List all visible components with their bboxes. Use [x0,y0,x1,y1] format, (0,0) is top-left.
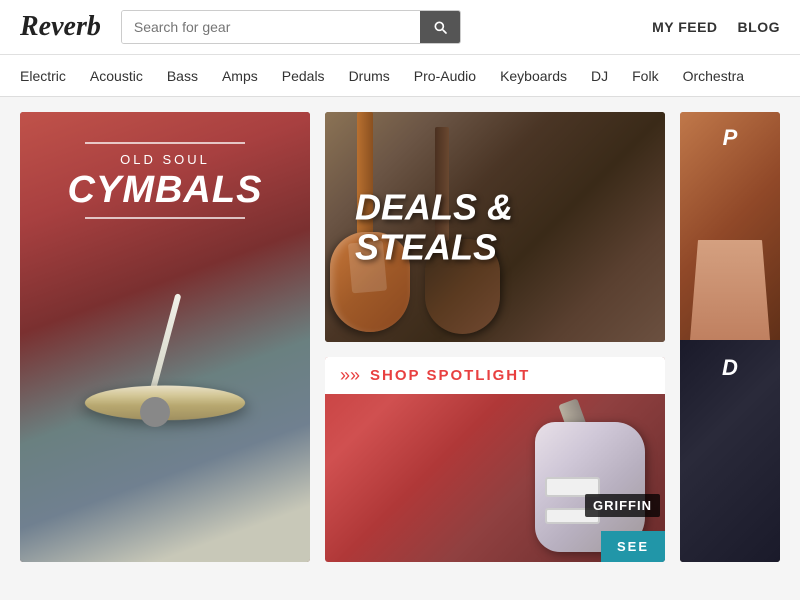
third-card-text-p: P [680,127,780,149]
cat-nav-item-folk[interactable]: Folk [620,55,670,96]
cymbals-text: OLD SOUL CYMBALS [20,142,310,219]
my-feed-link[interactable]: MY FEED [652,19,717,35]
cymbals-card[interactable]: OLD SOUL CYMBALS [20,112,310,562]
cymbals-border-bottom [85,217,245,219]
search-bar [121,10,461,44]
third-card-bottom: D [680,340,780,562]
search-icon [432,19,448,35]
search-input[interactable] [122,11,420,43]
search-button[interactable] [420,11,460,43]
deals-title-line2: STEALS [355,227,513,267]
cat-nav-item-bass[interactable]: Bass [155,55,210,96]
deals-text: DEALS & STEALS [355,187,513,266]
cymbal-stand [140,397,170,427]
cat-nav-item-keyboards[interactable]: Keyboards [488,55,579,96]
logo[interactable]: Reverb [20,11,101,43]
cat-nav-item-acoustic[interactable]: Acoustic [78,55,155,96]
spotlight-chevron-icon: »» [340,365,360,386]
cymbals-title: CYMBALS [20,171,310,209]
cymbals-border-top [85,142,245,144]
third-card-text-d: D [680,340,780,381]
cat-nav-item-orchestra[interactable]: Orchestra [671,55,756,96]
cymbal-visual [75,322,255,502]
category-nav: Electric Acoustic Bass Amps Pedals Drums… [0,55,800,97]
header: Reverb MY FEED BLOG [0,0,800,55]
blog-link[interactable]: BLOG [738,19,780,35]
griffin-badge: GRIFFIN [585,494,660,517]
cat-nav-item-drums[interactable]: Drums [337,55,402,96]
third-card[interactable]: P D [680,112,780,562]
third-card-top: P [680,112,780,340]
cat-nav-item-electric[interactable]: Electric [20,55,78,96]
cymbals-subtitle: OLD SOUL [20,152,310,167]
spotlight-title: SHOP SPOTLIGHT [370,367,530,384]
spotlight-card[interactable]: »» SHOP SPOTLIGHT GRIFFIN SEE [325,357,665,562]
right-column: DEALS & STEALS »» SHOP SPOTLIGHT GRIFFIN… [325,112,665,562]
see-button[interactable]: SEE [601,531,665,562]
main-content: OLD SOUL CYMBALS DEALS & STEALS [0,97,800,577]
cat-nav-item-pedals[interactable]: Pedals [270,55,337,96]
spotlight-label-bar: »» SHOP SPOTLIGHT [325,357,665,394]
cat-nav-item-amps[interactable]: Amps [210,55,270,96]
deals-card[interactable]: DEALS & STEALS [325,112,665,342]
cat-nav-item-pro-audio[interactable]: Pro-Audio [402,55,488,96]
header-nav: MY FEED BLOG [652,19,780,35]
third-card-hand [690,240,770,340]
cat-nav-item-dj[interactable]: DJ [579,55,620,96]
deals-title-line1: DEALS & [355,187,513,227]
